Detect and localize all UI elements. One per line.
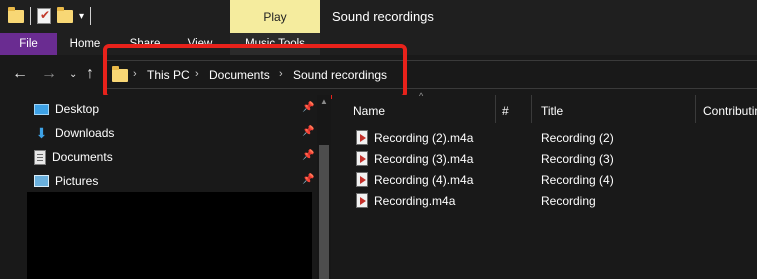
file-row[interactable]: Recording (2).m4a Recording (2)	[332, 128, 757, 149]
pin-icon[interactable]: 📌	[302, 150, 314, 161]
window-title: Sound recordings	[332, 9, 434, 24]
pictures-icon	[34, 175, 49, 187]
file-name: Recording (3).m4a	[374, 152, 474, 166]
quick-access-toolbar: ▾	[8, 6, 92, 25]
file-name: Recording.m4a	[374, 194, 456, 208]
file-title: Recording (2)	[541, 131, 614, 145]
column-divider[interactable]	[695, 95, 696, 123]
toolbar-separator	[30, 7, 31, 25]
sidebar-item-label: Documents	[52, 150, 113, 164]
forward-arrow-icon[interactable]: →	[41, 65, 57, 83]
properties-icon[interactable]	[37, 8, 51, 24]
desktop-icon	[34, 103, 49, 115]
folder-icon	[8, 6, 24, 23]
column-header-title[interactable]: Title	[541, 104, 563, 118]
audio-file-icon	[356, 172, 368, 187]
scroll-up-arrow-icon[interactable]: ▲	[317, 97, 331, 106]
column-header-name[interactable]: Name	[353, 104, 385, 118]
scrollbar-thumb[interactable]	[319, 145, 329, 279]
tab-file[interactable]: File	[0, 33, 57, 55]
audio-file-icon	[356, 193, 368, 208]
context-tab-play[interactable]: Play	[230, 0, 320, 34]
sort-ascending-icon: ^	[419, 91, 424, 101]
column-divider[interactable]	[531, 95, 532, 123]
column-header-contributing-artists[interactable]: Contributing artists	[703, 104, 757, 118]
toolbar-separator	[90, 7, 92, 25]
column-header-number[interactable]: #	[502, 104, 509, 118]
file-name: Recording (2).m4a	[374, 131, 474, 145]
pin-icon[interactable]: 📌	[302, 174, 314, 185]
sidebar-item-label: Pictures	[55, 174, 99, 188]
documents-icon	[34, 149, 46, 165]
file-row[interactable]: Recording.m4a Recording	[332, 191, 757, 212]
address-highlight-box	[103, 44, 407, 99]
file-name: Recording (4).m4a	[374, 173, 474, 187]
recent-locations-chevron-icon[interactable]: ⌄	[69, 69, 77, 80]
audio-file-icon	[356, 130, 368, 145]
file-row[interactable]: Recording (4).m4a Recording (4)	[332, 170, 757, 191]
sidebar-item-desktop[interactable]: Desktop	[34, 99, 99, 119]
navigation-scrollbar[interactable]: ▲	[317, 95, 331, 279]
up-arrow-icon[interactable]: ↑	[86, 65, 94, 83]
file-list: ^ Name # Title Contributing artists Reco…	[332, 91, 757, 279]
file-row[interactable]: Recording (3).m4a Recording (3)	[332, 149, 757, 170]
navigation-pane: Desktop 📌 ⬇ Downloads 📌 Documents 📌 Pict…	[0, 95, 318, 279]
sidebar-item-downloads[interactable]: ⬇ Downloads	[34, 123, 115, 143]
back-arrow-icon[interactable]: ←	[12, 65, 28, 83]
column-divider[interactable]	[495, 95, 496, 123]
downloads-icon: ⬇	[35, 124, 48, 141]
sidebar-item-documents[interactable]: Documents	[34, 147, 113, 167]
pin-icon[interactable]: 📌	[302, 126, 314, 137]
file-title: Recording (4)	[541, 173, 614, 187]
new-folder-icon[interactable]	[57, 6, 73, 23]
audio-file-icon	[356, 151, 368, 166]
customize-toolbar-icon[interactable]: ▾	[79, 11, 84, 22]
pin-icon[interactable]: 📌	[302, 102, 314, 113]
sidebar-item-pictures[interactable]: Pictures	[34, 171, 98, 191]
file-title: Recording	[541, 194, 596, 208]
file-title: Recording (3)	[541, 152, 614, 166]
sidebar-item-label: Downloads	[55, 126, 115, 140]
redacted-area	[27, 192, 312, 279]
sidebar-item-label: Desktop	[55, 102, 100, 116]
